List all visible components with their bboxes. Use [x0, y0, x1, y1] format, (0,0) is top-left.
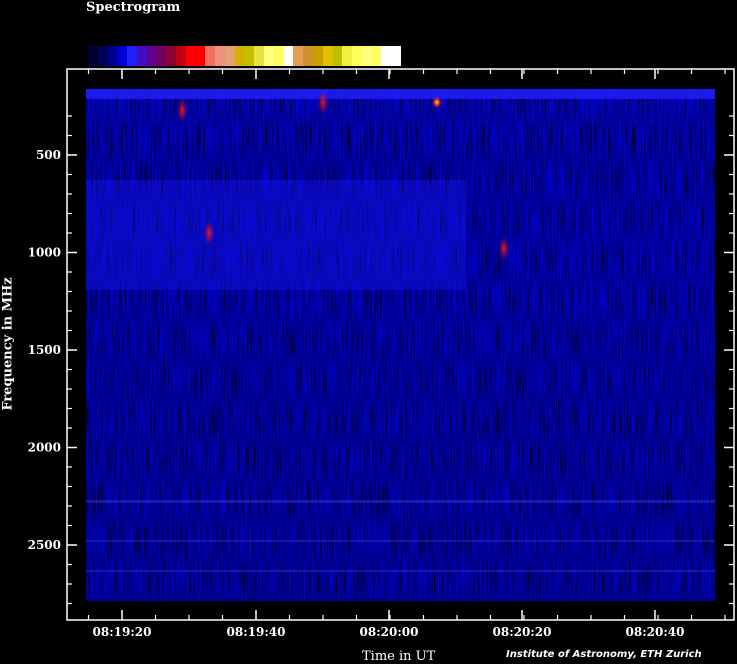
burst-hotspot: [498, 236, 509, 261]
y-tick-label: 2500: [28, 538, 61, 552]
burst-hotspot: [431, 96, 442, 109]
y-tick-label: 2000: [28, 441, 61, 455]
spectrogram-plot: 500 1000 1500 2000 2500 08:19:20 08:19:40 08:2…: [28, 68, 735, 639]
burst-hotspot: [204, 221, 215, 245]
x-tick-label: 08:20:00: [360, 625, 419, 639]
x-tick-label: 08:20:40: [626, 625, 685, 639]
x-tick-label: 08:19:40: [227, 625, 286, 639]
y-tick-label: 500: [36, 148, 61, 162]
burst-hotspot: [177, 98, 188, 123]
spectrogram-image: [86, 89, 715, 601]
x-axis-label: Time in UT: [362, 649, 436, 664]
x-tick-label: 08:19:20: [93, 625, 152, 639]
y-tick-label: 1000: [28, 246, 61, 260]
y-tick-label: 1500: [28, 343, 61, 357]
burst-hotspot: [318, 90, 328, 115]
institution-credit: Institute of Astronomy, ETH Zurich: [506, 649, 702, 660]
x-tick-label: 08:20:20: [493, 625, 552, 639]
